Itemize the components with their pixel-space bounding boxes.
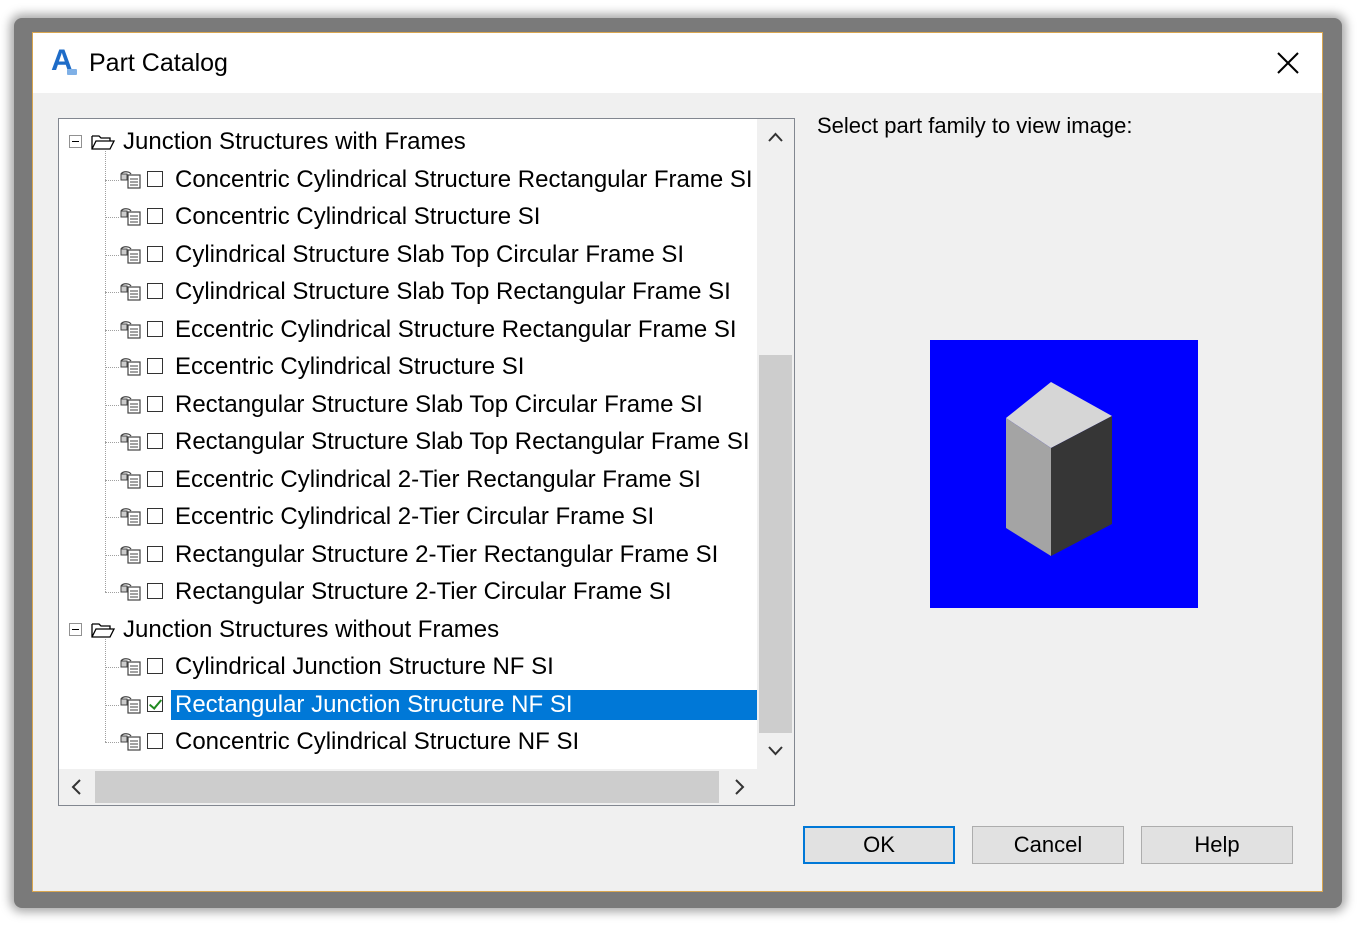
tree-item[interactable]: Eccentric Cylindrical 2-Tier Rectangular… bbox=[59, 463, 757, 497]
collapse-toggle[interactable] bbox=[69, 622, 82, 636]
part-family-icon bbox=[119, 207, 143, 232]
part-family-icon bbox=[119, 245, 143, 270]
title-bar: A Part Catalog bbox=[33, 33, 1322, 93]
chevron-down-icon bbox=[768, 746, 783, 756]
part-checkbox[interactable] bbox=[147, 470, 163, 487]
part-checkbox[interactable] bbox=[147, 433, 163, 449]
part-family-icon bbox=[119, 282, 143, 307]
folder-open-icon bbox=[91, 621, 116, 644]
part-family-icon bbox=[119, 582, 143, 607]
tree-group-label: Junction Structures without Frames bbox=[123, 615, 500, 643]
part-family-icon bbox=[119, 470, 143, 495]
scroll-right-button[interactable] bbox=[721, 769, 758, 805]
part-checkbox[interactable] bbox=[147, 658, 163, 674]
horizontal-scrollbar[interactable] bbox=[59, 769, 757, 805]
tree-item[interactable]: Concentric Cylindrical Structure NF SI bbox=[59, 725, 757, 759]
part-checkbox[interactable] bbox=[147, 395, 163, 412]
part-family-icon bbox=[119, 732, 143, 757]
part-family-icon bbox=[119, 170, 143, 195]
part-family-icon bbox=[119, 545, 143, 570]
tree-item-label: Eccentric Cylindrical Structure Rectangu… bbox=[175, 315, 737, 343]
part-family-icon bbox=[119, 507, 143, 532]
part-family-icon bbox=[119, 657, 143, 682]
tree-item[interactable]: Concentric Cylindrical Structure SI bbox=[59, 200, 757, 234]
tree-item-label: Rectangular Structure 2-Tier Rectangular… bbox=[175, 540, 719, 568]
tree-item-label: Cylindrical Structure Slab Top Rectangul… bbox=[175, 278, 731, 305]
part-preview-image bbox=[930, 340, 1198, 608]
part-checkbox[interactable] bbox=[147, 733, 163, 749]
part-checkbox[interactable] bbox=[147, 170, 163, 187]
tree-item[interactable]: Rectangular Structure 2-Tier Circular Fr… bbox=[59, 575, 757, 609]
scrollbar-corner bbox=[757, 769, 794, 805]
collapse-toggle[interactable] bbox=[69, 135, 82, 148]
tree-item-label: Cylindrical Structure Slab Top Circular … bbox=[175, 240, 685, 268]
chevron-left-icon bbox=[71, 779, 81, 795]
tree-item-label: Concentric Cylindrical Structure SI bbox=[175, 203, 541, 230]
part-checkbox[interactable] bbox=[147, 695, 163, 712]
chevron-right-icon bbox=[735, 779, 745, 795]
tree-connector-line bbox=[105, 151, 106, 592]
part-family-icon bbox=[119, 320, 143, 345]
tree-item[interactable]: Rectangular Structure Slab Top Rectangul… bbox=[59, 425, 757, 459]
part-checkbox[interactable] bbox=[147, 508, 163, 524]
ok-button[interactable]: OK bbox=[803, 826, 955, 864]
part-checkbox[interactable] bbox=[147, 245, 163, 262]
horizontal-scroll-thumb[interactable] bbox=[95, 771, 719, 803]
tree-group-label: Junction Structures with Frames bbox=[123, 128, 466, 155]
tree-item-label: Eccentric Cylindrical 2-Tier Rectangular… bbox=[175, 465, 701, 493]
part-checkbox[interactable] bbox=[147, 208, 163, 224]
scroll-left-button[interactable] bbox=[59, 769, 96, 805]
tree-item[interactable]: Cylindrical Junction Structure NF SI bbox=[59, 650, 757, 684]
close-button[interactable] bbox=[1266, 43, 1310, 83]
tree-item-label: Concentric Cylindrical Structure Rectang… bbox=[175, 165, 753, 193]
cancel-button[interactable]: Cancel bbox=[972, 826, 1124, 864]
vertical-scrollbar[interactable] bbox=[757, 119, 794, 769]
tree-item[interactable]: Rectangular Structure 2-Tier Rectangular… bbox=[59, 538, 757, 572]
scroll-up-button[interactable] bbox=[757, 119, 794, 155]
part-checkbox[interactable] bbox=[147, 358, 163, 374]
part-family-icon bbox=[119, 357, 143, 382]
autocad-icon: A bbox=[49, 44, 79, 77]
part-checkbox[interactable] bbox=[147, 583, 163, 599]
tree-item[interactable]: Rectangular Structure Slab Top Circular … bbox=[59, 388, 757, 422]
part-family-icon bbox=[119, 432, 143, 457]
help-button[interactable]: Help bbox=[1141, 826, 1293, 864]
tree-item-label: Cylindrical Junction Structure NF SI bbox=[175, 653, 554, 680]
tree-item-label: Rectangular Structure 2-Tier Circular Fr… bbox=[175, 578, 672, 605]
preview-prompt: Select part family to view image: bbox=[817, 113, 1133, 138]
tree-item[interactable]: Eccentric Cylindrical 2-Tier Circular Fr… bbox=[59, 500, 757, 534]
tree-item[interactable]: Eccentric Cylindrical Structure Rectangu… bbox=[59, 313, 757, 347]
tree-item[interactable]: Cylindrical Structure Slab Top Circular … bbox=[59, 238, 757, 272]
tree-item-label: Eccentric Cylindrical 2-Tier Circular Fr… bbox=[175, 503, 655, 530]
tree-group[interactable]: Junction Structures without Frames bbox=[59, 613, 757, 647]
window-title: Part Catalog bbox=[89, 49, 228, 77]
tree-item-label: Rectangular Junction Structure NF SI bbox=[171, 689, 757, 720]
part-checkbox[interactable] bbox=[147, 320, 163, 337]
tree-item-label: Concentric Cylindrical Structure NF SI bbox=[175, 728, 580, 755]
rectangular-structure-box-image bbox=[1006, 382, 1112, 556]
part-checkbox[interactable] bbox=[147, 545, 163, 562]
folder-open-icon bbox=[91, 133, 116, 156]
vertical-scroll-thumb[interactable] bbox=[759, 355, 792, 733]
tree-item[interactable]: Concentric Cylindrical Structure Rectang… bbox=[59, 163, 757, 197]
tree-item[interactable]: Rectangular Junction Structure NF SI bbox=[59, 688, 757, 722]
tree-item-label: Eccentric Cylindrical Structure SI bbox=[175, 353, 525, 380]
part-checkbox[interactable] bbox=[147, 283, 163, 299]
part-family-tree[interactable]: Junction Structures with Frames Concentri… bbox=[58, 118, 795, 806]
tree-item[interactable]: Eccentric Cylindrical Structure SI bbox=[59, 350, 757, 384]
close-icon bbox=[1277, 52, 1299, 74]
part-family-icon bbox=[119, 395, 143, 420]
tree-item-label: Rectangular Structure Slab Top Rectangul… bbox=[175, 428, 750, 455]
tree-rows: Junction Structures with Frames Concentri… bbox=[59, 119, 757, 769]
chevron-up-icon bbox=[768, 132, 783, 142]
part-catalog-dialog: A Part Catalog Junction Structures with … bbox=[32, 32, 1323, 892]
part-family-icon bbox=[119, 695, 143, 720]
tree-item-label: Rectangular Structure Slab Top Circular … bbox=[175, 390, 703, 418]
scroll-down-button[interactable] bbox=[757, 733, 794, 769]
tree-connector-line bbox=[105, 638, 106, 742]
tree-group[interactable]: Junction Structures with Frames bbox=[59, 125, 757, 159]
tree-item[interactable]: Cylindrical Structure Slab Top Rectangul… bbox=[59, 275, 757, 309]
